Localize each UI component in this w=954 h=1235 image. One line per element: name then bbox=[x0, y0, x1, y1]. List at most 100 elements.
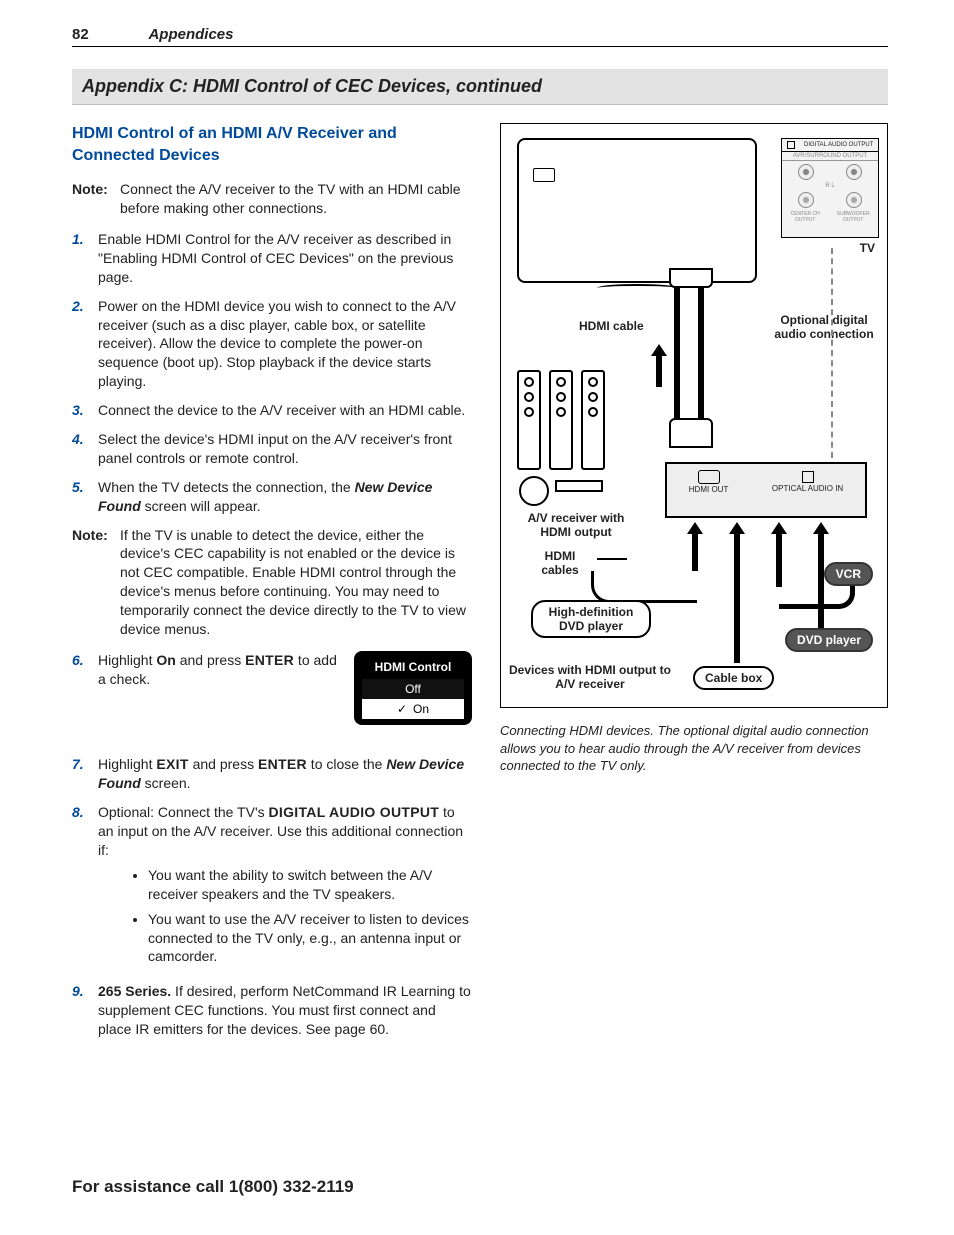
note-label: Note: bbox=[72, 526, 120, 639]
section-name: Appendices bbox=[148, 26, 233, 43]
port-icon bbox=[533, 168, 555, 182]
arrow-stem bbox=[734, 533, 740, 663]
page-header: 82 Appendices bbox=[72, 26, 888, 47]
step-text: HDMI Control Off ✓ On Highlight On and p… bbox=[98, 651, 472, 734]
step-6: 6. HDMI Control Off ✓ On Highlight On an… bbox=[72, 651, 472, 734]
note-text: Connect the A/V receiver to the TV with … bbox=[120, 180, 472, 218]
rca-port-icon bbox=[846, 192, 862, 208]
arrow-stem bbox=[656, 355, 662, 387]
rca-port-icon bbox=[798, 192, 814, 208]
port-label: CENTER CH OUTPUT bbox=[782, 211, 828, 223]
menu-option-off: Off bbox=[362, 679, 464, 699]
step-1: 1. Enable HDMI Control for the A/V recei… bbox=[72, 230, 472, 287]
speaker-icon bbox=[517, 370, 541, 470]
hdmi-port-icon bbox=[698, 470, 720, 484]
connection-diagram: DIGITAL AUDIO OUTPUT AVR/SURROUND OUTPUT… bbox=[500, 123, 888, 708]
subwoofer-icon bbox=[519, 476, 549, 506]
port-label: HDMI OUT bbox=[689, 485, 729, 494]
optional-label: Optional digital audio connection bbox=[769, 314, 879, 342]
text: and press bbox=[189, 756, 258, 772]
step-number: 1. bbox=[72, 230, 98, 287]
step-text: 265 Series. If desired, perform NetComma… bbox=[98, 982, 472, 1039]
bold: On bbox=[156, 652, 175, 668]
cable-box-pill: Cable box bbox=[693, 666, 774, 690]
note-label: Note: bbox=[72, 180, 120, 218]
dvd-pill: DVD player bbox=[785, 628, 873, 652]
step-number: 8. bbox=[72, 803, 98, 972]
check-icon: ✓ bbox=[397, 701, 407, 717]
tv-back-panel: DIGITAL AUDIO OUTPUT AVR/SURROUND OUTPUT… bbox=[781, 138, 879, 238]
section-heading: HDMI Control of an HDMI A/V Receiver and… bbox=[72, 123, 472, 166]
key: ENTER bbox=[245, 652, 294, 668]
menu-title: HDMI Control bbox=[362, 659, 464, 675]
step-2: 2. Power on the HDMI device you wish to … bbox=[72, 297, 472, 391]
text: to close the bbox=[307, 756, 386, 772]
hdmi-cable-label: HDMI cable bbox=[579, 320, 644, 334]
step-number: 3. bbox=[72, 401, 98, 420]
hdmi-control-menu: HDMI Control Off ✓ On bbox=[354, 651, 472, 726]
center-speaker-icon bbox=[555, 480, 603, 492]
step-text: Power on the HDMI device you wish to con… bbox=[98, 297, 472, 391]
text: and press bbox=[176, 652, 245, 668]
menu-option-on: ✓ On bbox=[362, 699, 464, 719]
pointer-line bbox=[597, 558, 627, 560]
key: ENTER bbox=[258, 756, 307, 772]
step-text: Optional: Connect the TV's DIGITAL AUDIO… bbox=[98, 803, 472, 972]
step-3: 3. Connect the device to the A/V receive… bbox=[72, 401, 472, 420]
step-number: 5. bbox=[72, 478, 98, 516]
arrow-stem bbox=[818, 533, 824, 633]
bullet: You want the ability to switch between t… bbox=[148, 866, 472, 904]
step-text: Highlight EXIT and press ENTER to close … bbox=[98, 755, 472, 793]
arrow-stem bbox=[692, 533, 698, 571]
optical-port-icon bbox=[787, 141, 795, 149]
note-intro: Note: Connect the A/V receiver to the TV… bbox=[72, 180, 472, 218]
diagram-column: DIGITAL AUDIO OUTPUT AVR/SURROUND OUTPUT… bbox=[500, 123, 888, 1049]
step-number: 6. bbox=[72, 651, 98, 734]
vcr-pill: VCR bbox=[824, 562, 873, 586]
step-text: Enable HDMI Control for the A/V receiver… bbox=[98, 230, 472, 287]
bold: 265 Series. bbox=[98, 983, 171, 999]
footer-assistance: For assistance call 1(800) 332-2119 bbox=[72, 1177, 354, 1197]
text: Highlight bbox=[98, 652, 156, 668]
text: When the TV detects the connection, the bbox=[98, 479, 355, 495]
key: EXIT bbox=[156, 756, 188, 772]
step-8: 8. Optional: Connect the TV's DIGITAL AU… bbox=[72, 803, 472, 972]
speaker-icon bbox=[581, 370, 605, 470]
port-label: OPTICAL AUDIO IN bbox=[772, 484, 843, 493]
rca-port-icon bbox=[846, 164, 862, 180]
port-label: SUBWOOFER OUTPUT bbox=[828, 211, 878, 223]
note-text: If the TV is unable to detect the device… bbox=[120, 526, 472, 639]
port-label: DIGITAL AUDIO OUTPUT bbox=[804, 142, 873, 148]
port-label: AVR/SURROUND OUTPUT bbox=[782, 152, 878, 161]
step-number: 7. bbox=[72, 755, 98, 793]
bullet: You want to use the A/V receiver to list… bbox=[148, 910, 472, 967]
step-number: 4. bbox=[72, 430, 98, 468]
hdmi-plug-icon bbox=[669, 268, 713, 288]
av-receiver-label: A/V receiver with HDMI output bbox=[511, 512, 641, 540]
step-9: 9. 265 Series. If desired, perform NetCo… bbox=[72, 982, 472, 1039]
step-text: Select the device's HDMI input on the A/… bbox=[98, 430, 472, 468]
hdmi-cables-label: HDMI cables bbox=[525, 550, 595, 578]
step-number: 9. bbox=[72, 982, 98, 1039]
av-receiver-icon: HDMI OUT OPTICAL AUDIO IN bbox=[665, 462, 867, 518]
connector-line bbox=[591, 571, 697, 603]
tv-label: TV bbox=[860, 242, 875, 256]
optical-port-icon bbox=[802, 471, 814, 483]
tv-stand-icon bbox=[597, 284, 677, 292]
text: screen. bbox=[141, 775, 191, 791]
step-7: 7. Highlight EXIT and press ENTER to clo… bbox=[72, 755, 472, 793]
appendix-title: Appendix C: HDMI Control of CEC Devices,… bbox=[72, 69, 888, 105]
hdmi-plug-icon bbox=[669, 418, 713, 448]
hd-dvd-pill: High-definition DVD player bbox=[531, 600, 651, 638]
step-number: 2. bbox=[72, 297, 98, 391]
optical-in-port: OPTICAL AUDIO IN bbox=[772, 466, 843, 493]
text: Highlight bbox=[98, 756, 156, 772]
step-5: 5. When the TV detects the connection, t… bbox=[72, 478, 472, 516]
content-column: HDMI Control of an HDMI A/V Receiver and… bbox=[72, 123, 472, 1049]
devices-label: Devices with HDMI output to A/V receiver bbox=[505, 664, 675, 692]
page-number: 82 bbox=[72, 26, 144, 43]
option-label: On bbox=[413, 701, 429, 717]
text: Optional: Connect the TV's bbox=[98, 804, 269, 820]
dashed-line-icon bbox=[831, 248, 833, 458]
diagram-caption: Connecting HDMI devices. The optional di… bbox=[500, 722, 888, 775]
